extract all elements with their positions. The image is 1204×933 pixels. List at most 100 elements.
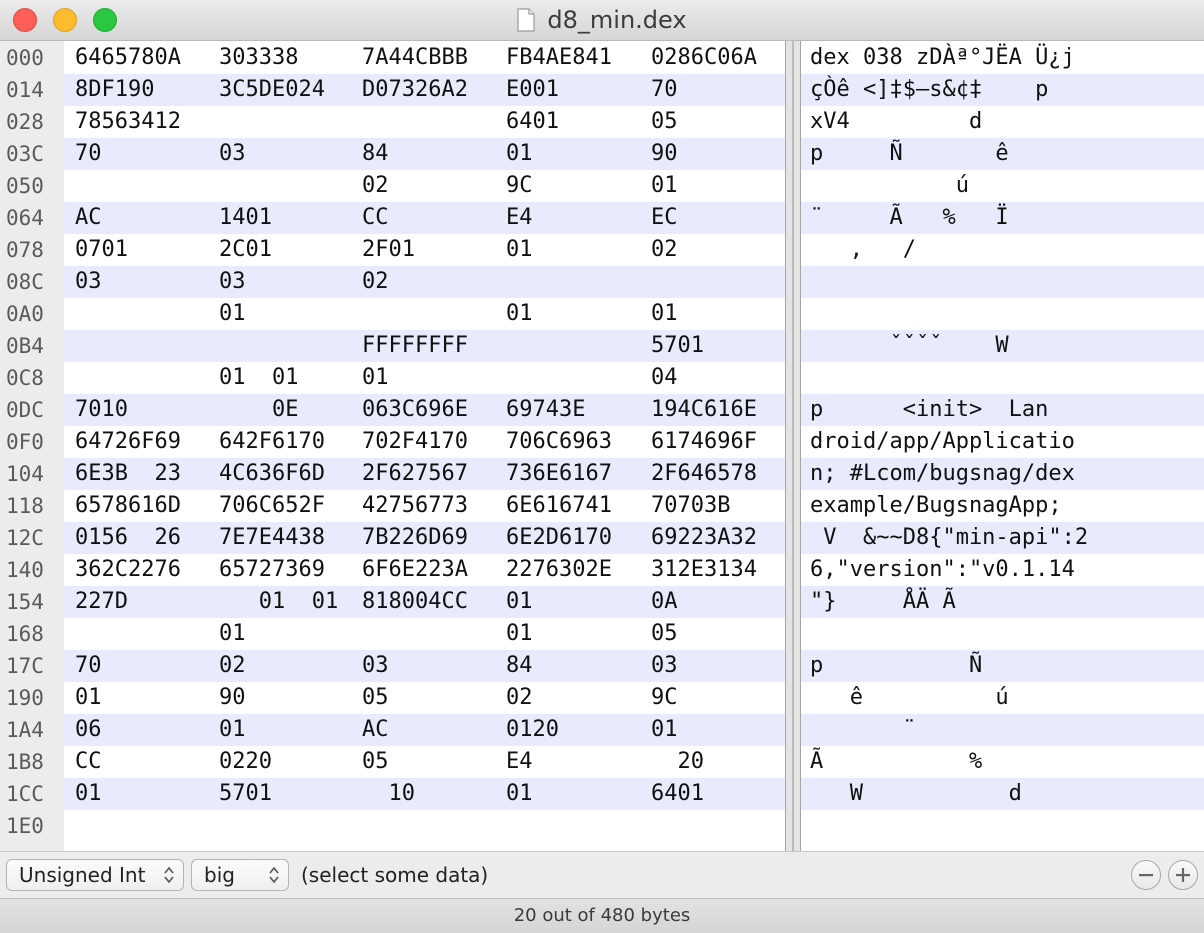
hex-cell[interactable]: 03 (219, 266, 246, 298)
hex-cell[interactable]: 05 (651, 618, 678, 650)
hex-row[interactable]: 6465780A 303338 7A44CBBB FB4AE841 0286C06A (64, 42, 785, 74)
hex-cell[interactable]: 0A (651, 586, 678, 618)
hex-cell[interactable]: 0E (219, 394, 299, 426)
hex-cell[interactable]: 90 (651, 138, 678, 170)
hex-cell[interactable]: 02 (362, 266, 389, 298)
ascii-row[interactable]: ú (801, 170, 1204, 202)
hex-cell[interactable]: 01 (219, 298, 246, 330)
ascii-text[interactable]: 6,"version":"v0.1.14 (810, 554, 1075, 586)
hex-cell[interactable]: 70703B (651, 490, 730, 522)
hex-cell[interactable]: 01 (219, 714, 246, 746)
hex-cell[interactable]: FFFFFFFF (362, 330, 468, 362)
ascii-text[interactable]: Ã % (810, 746, 982, 778)
ascii-row[interactable]: , / (801, 234, 1204, 266)
hex-row[interactable]: 6578616D 706C652F 42756773 6E616741 70703B (64, 490, 785, 522)
hex-cell[interactable]: 42756773 (362, 490, 468, 522)
hex-cell[interactable]: 05 (362, 746, 389, 778)
hex-cell[interactable]: 01 (506, 618, 533, 650)
hex-cell[interactable]: 01 (362, 362, 389, 394)
hex-cell[interactable]: 64726F69 (75, 426, 181, 458)
hex-row[interactable]: 0701 2C01 2F01 01 02 (64, 234, 785, 266)
hex-row[interactable]: 70 03 84 01 90 (64, 138, 785, 170)
hex-row[interactable]: 01 90 05 02 9C (64, 682, 785, 714)
hex-cell[interactable]: 02 (506, 682, 533, 714)
ascii-row[interactable]: dex 038 zDÀª°JËA Ü¿j (801, 42, 1204, 74)
hex-cell[interactable]: 01 (506, 778, 533, 810)
hex-cell[interactable]: 6578616D (75, 490, 181, 522)
hex-cell[interactable]: 7010 (75, 394, 128, 426)
hex-cell[interactable]: E4 (506, 746, 533, 778)
hex-cell[interactable]: 69223A32 (651, 522, 757, 554)
value-type-select[interactable]: Unsigned Int (6, 859, 184, 891)
hex-cell[interactable]: 02 (651, 234, 678, 266)
endianness-select[interactable]: big (191, 859, 289, 891)
hex-cell[interactable]: 2F01 (362, 234, 415, 266)
ascii-text[interactable]: ¨ Ã % Ï (810, 202, 1009, 234)
hex-row[interactable]: 03 03 02 (64, 266, 785, 298)
hex-cell[interactable]: 01 (651, 170, 678, 202)
hex-cell[interactable]: 0156 26 (75, 522, 181, 554)
hex-cell[interactable]: 05 (362, 682, 389, 714)
ascii-text[interactable]: "} ÅÄ Ã (810, 586, 956, 618)
hex-cell[interactable]: 01 01 (219, 362, 298, 394)
ascii-row[interactable]: ê ú (801, 682, 1204, 714)
ascii-text[interactable]: V &~~D8{"min-api":2 (810, 522, 1088, 554)
hex-row[interactable] (64, 810, 785, 842)
hex-row[interactable]: 7010 0E 063C696E 69743E 194C616E (64, 394, 785, 426)
ascii-row[interactable]: p Ñ (801, 650, 1204, 682)
hex-cell[interactable]: 6E616741 (506, 490, 612, 522)
hex-cell[interactable]: 5701 (219, 778, 272, 810)
hex-cell[interactable]: 06 (75, 714, 102, 746)
hex-cell[interactable]: 01 (651, 298, 678, 330)
ascii-text[interactable]: example/BugsnagApp; (810, 490, 1062, 522)
ascii-row[interactable]: droid/app/Applicatio (801, 426, 1204, 458)
hex-cell[interactable]: 6E2D6170 (506, 522, 612, 554)
ascii-row[interactable] (801, 810, 1204, 842)
hex-row[interactable]: CC 0220 05 E4 20 (64, 746, 785, 778)
remove-button[interactable] (1131, 860, 1161, 890)
hex-cell[interactable]: FB4AE841 (506, 42, 612, 74)
hex-cell[interactable]: 0701 (75, 234, 128, 266)
hex-cell[interactable]: CC (362, 202, 389, 234)
ascii-row[interactable]: Ã % (801, 746, 1204, 778)
ascii-text[interactable]: çÒê <]‡$–s&¢‡ p (810, 74, 1048, 106)
hex-cell[interactable]: 01 (506, 138, 533, 170)
hex-cell[interactable]: 9C (651, 682, 678, 714)
hex-cell[interactable]: 3C5DE024 (219, 74, 325, 106)
hex-row[interactable]: 362C2276 65727369 6F6E223A 2276302E 312E3134 (64, 554, 785, 586)
hex-cell[interactable]: 7B226D69 (362, 522, 468, 554)
ascii-text[interactable]: p Ñ ê (810, 138, 1009, 170)
hex-cell[interactable]: 03 (651, 650, 678, 682)
hex-row[interactable]: 70 02 03 84 03 (64, 650, 785, 682)
hex-cell[interactable]: 01 (506, 298, 533, 330)
hex-cell[interactable]: 642F6170 (219, 426, 325, 458)
ascii-text[interactable]: , / (810, 234, 916, 266)
hex-pane[interactable]: 6465780A 303338 7A44CBBB FB4AE841 0286C06A 8D… (64, 41, 785, 851)
ascii-text[interactable]: ˇˇˇˇ W (810, 330, 1008, 362)
hex-cell[interactable]: 84 (506, 650, 533, 682)
hex-cell[interactable]: 01 (506, 234, 533, 266)
hex-cell[interactable]: 02 (219, 650, 246, 682)
hex-cell[interactable]: 03 (75, 266, 102, 298)
hex-cell[interactable]: 0220 (219, 746, 272, 778)
ascii-row[interactable] (801, 362, 1204, 394)
ascii-row[interactable]: xV4 d (801, 106, 1204, 138)
hex-row[interactable]: 06 01 AC 0120 01 (64, 714, 785, 746)
hex-cell[interactable]: 818004CC (362, 586, 468, 618)
ascii-row[interactable]: V &~~D8{"min-api":2 (801, 522, 1204, 554)
add-button[interactable] (1168, 860, 1198, 890)
hex-cell[interactable]: 303338 (219, 42, 298, 74)
hex-cell[interactable]: 10 (362, 778, 415, 810)
ascii-row[interactable]: ¨ Ã % Ï (801, 202, 1204, 234)
ascii-row[interactable]: p Ñ ê (801, 138, 1204, 170)
hex-row[interactable]: 01 5701 10 01 6401 (64, 778, 785, 810)
hex-cell[interactable]: 70 (75, 138, 102, 170)
hex-cell[interactable]: 05 (651, 106, 678, 138)
ascii-row[interactable]: ¨ (801, 714, 1204, 746)
ascii-row[interactable] (801, 618, 1204, 650)
ascii-text[interactable]: ê ú (810, 682, 1009, 714)
hex-cell[interactable]: 6F6E223A (362, 554, 468, 586)
ascii-text[interactable]: xV4 d (810, 106, 982, 138)
ascii-row[interactable]: n; #Lcom/bugsnag/dex (801, 458, 1204, 490)
hex-cell[interactable]: 2276302E (506, 554, 612, 586)
